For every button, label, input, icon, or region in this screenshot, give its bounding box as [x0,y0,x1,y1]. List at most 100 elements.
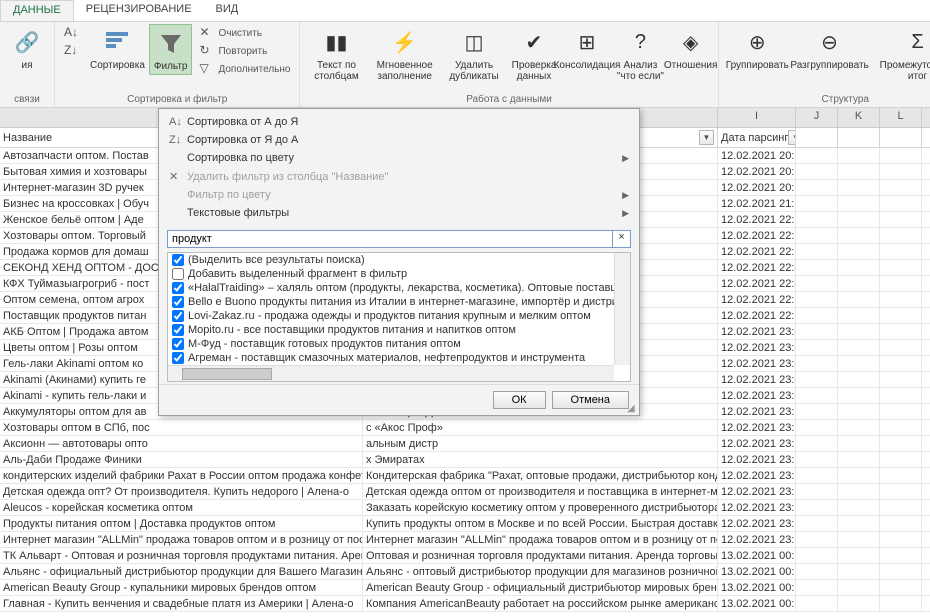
filter-checkbox[interactable] [172,296,184,308]
data-validation-button[interactable]: ✔Проверка данных [505,24,563,84]
cell-name[interactable]: Детская одежда опт? От производителя. Ку… [0,484,363,499]
table-row[interactable]: Интернет магазин "ALLMin" продажа товаро… [0,532,930,548]
cell-date[interactable]: 13.02.2021 00:14:37 [718,548,796,563]
cell-date[interactable]: 12.02.2021 22:37:10 [718,244,796,259]
ungroup-button[interactable]: ⊖Разгруппировать [790,24,869,73]
filter-dropdown-desc[interactable]: ▼ [699,130,714,145]
cell-date[interactable]: 12.02.2021 22:59:25 [718,308,796,323]
cell-date[interactable]: 12.02.2021 23:07:17 [718,324,796,339]
cell-desc[interactable]: с «Акос Проф» [363,420,718,435]
cell-date[interactable]: 12.02.2021 22:50:27 [718,292,796,307]
sort-za-item[interactable]: Z↓Сортировка от Я до А [159,131,639,149]
sort-color-item[interactable]: Сортировка по цвету▶ [159,149,639,167]
consolidate-button[interactable]: ⊞Консолидация [563,24,611,73]
cell-date[interactable]: 12.02.2021 23:52:41 [718,516,796,531]
cell-date[interactable]: 12.02.2021 22:46:10 [718,276,796,291]
tab-view[interactable]: ВИД [204,0,251,21]
filter-checkbox[interactable] [172,310,184,322]
cell-date[interactable]: 12.02.2021 20:54:29 [718,180,796,195]
whatif-button[interactable]: ?Анализ "что если" [611,24,669,84]
cell-date[interactable]: 12.02.2021 23:26:48 [718,484,796,499]
cell-desc[interactable]: х Эмиратах [363,452,718,467]
cancel-button[interactable]: Отмена [552,391,629,409]
sort-asc-button[interactable]: A↓ [61,24,86,42]
cell-name[interactable]: кондитерских изделий фабрики Рахат в Рос… [0,468,363,483]
cell-name[interactable]: Aleucos - корейская косметика оптом [0,500,363,515]
filter-checkbox[interactable] [172,268,184,280]
text-filters-item[interactable]: Текстовые фильтры▶ [159,204,639,222]
cell-date[interactable]: 13.02.2021 00:15:26 [718,564,796,579]
cell-desc[interactable]: Купить продукты оптом в Москве и по всей… [363,516,718,531]
cell-name[interactable]: Альянс - официальный дистрибьютор продук… [0,564,363,579]
ok-button[interactable]: ОК [493,391,546,409]
table-row[interactable]: American Beauty Group - купальники миров… [0,580,930,596]
table-row[interactable]: Детская одежда опт? От производителя. Ку… [0,484,930,500]
clear-filter-button[interactable]: ✕Очистить [196,24,293,42]
table-row[interactable]: Главная - Купить венчения и свадебные пл… [0,596,930,612]
filter-check-item[interactable]: М-Фуд - поставщик готовых продуктов пита… [168,337,614,351]
cell-name[interactable]: American Beauty Group - купальники миров… [0,580,363,595]
flash-fill-button[interactable]: ⚡Мгновенное заполнение [366,24,442,84]
cell-date[interactable]: 12.02.2021 23:19:57 [718,468,796,483]
cell-date[interactable]: 12.02.2021 23:10:27 [718,404,796,419]
cell-date[interactable]: 12.02.2021 23:08:43 [718,356,796,371]
cell-desc[interactable]: Кондитерская фабрика "Рахат, оптовые про… [363,468,718,483]
filter-checkbox[interactable] [172,324,184,336]
cell-name[interactable]: Хозтовары оптом в СПб, пос [0,420,363,435]
table-row[interactable]: Хозтовары оптом в СПб, посс «Акос Проф»1… [0,420,930,436]
sort-az-item[interactable]: A↓Сортировка от А до Я [159,113,639,131]
cell-name[interactable]: Главная - Купить венчения и свадебные пл… [0,596,363,611]
cell-date[interactable]: 12.02.2021 21:33:41 [718,196,796,211]
tab-data[interactable]: ДАННЫЕ [0,0,74,21]
refresh-links-button[interactable]: 🔗 ия [6,24,48,73]
cell-date[interactable]: 12.02.2021 23:08:45 [718,388,796,403]
cell-desc[interactable]: Заказать корейскую косметику оптом у про… [363,500,718,515]
col-header-i[interactable]: I [718,108,796,127]
filter-vscroll[interactable] [614,253,630,365]
table-row[interactable]: Альянс - официальный дистрибьютор продук… [0,564,930,580]
filter-check-item[interactable]: (Выделить все результаты поиска) [168,253,614,267]
filter-check-item[interactable]: «HalalTraiding» – халяль оптом (продукты… [168,281,614,295]
filter-hscroll[interactable] [168,365,614,381]
col-header-j[interactable]: J [796,108,838,127]
filter-checkbox[interactable] [172,352,184,364]
cell-date[interactable]: 12.02.2021 20:23:15 [718,148,796,163]
tab-review[interactable]: РЕЦЕНЗИРОВАНИЕ [74,0,204,21]
cell-date[interactable]: 12.02.2021 23:12:55 [718,436,796,451]
cell-date[interactable]: 12.02.2021 23:53:29 [718,532,796,547]
filter-checkbox[interactable] [172,282,184,294]
table-row[interactable]: кондитерских изделий фабрики Рахат в Рос… [0,468,930,484]
filter-check-item[interactable]: Bello e Buono продукты питания из Италии… [168,295,614,309]
cell-desc[interactable]: альным дистр [363,436,718,451]
col-header-k[interactable]: K [838,108,880,127]
cell-desc[interactable]: Интернет магазин "ALLMin" продажа товаро… [363,532,718,547]
cell-desc[interactable]: Детская одежда оптом от производителя и … [363,484,718,499]
filter-checkbox[interactable] [172,338,184,350]
group-button[interactable]: ⊕Группировать [725,24,790,73]
cell-name[interactable]: ТК Альварт - Оптовая и розничная торговл… [0,548,363,563]
filter-dropdown-date[interactable]: ▼ [788,130,796,145]
filter-check-item[interactable]: Добавить выделенный фрагмент в фильтр [168,267,614,281]
filter-check-item[interactable]: Mopito.ru - все поставщики продуктов пит… [168,323,614,337]
cell-date[interactable]: 12.02.2021 23:17:48 [718,452,796,467]
remove-duplicates-button[interactable]: ◫Удалить дубликаты [443,24,505,84]
cell-date[interactable]: 12.02.2021 23:07:40 [718,340,796,355]
filter-button[interactable]: Фильтр [149,24,193,75]
cell-desc[interactable]: American Beauty Group - официальный дист… [363,580,718,595]
cell-date[interactable]: 12.02.2021 20:53:13 [718,164,796,179]
table-row[interactable]: ТК Альварт - Оптовая и розничная торговл… [0,548,930,564]
relations-button[interactable]: ◈Отношения [670,24,712,73]
clear-search-button[interactable]: × [613,230,631,248]
cell-desc[interactable]: Компания AmericanBeauty работает на росс… [363,596,718,611]
cell-name[interactable]: Интернет магазин "ALLMin" продажа товаро… [0,532,363,547]
cell-name[interactable]: Аксионн — автотовары опто [0,436,363,451]
filter-checkbox[interactable] [172,254,184,266]
advanced-filter-button[interactable]: ▽Дополнительно [196,60,293,78]
text-to-columns-button[interactable]: ▮▮Текст по столбцам [306,24,366,84]
cell-name[interactable]: Аль-Даби Продаже Финики [0,452,363,467]
reapply-filter-button[interactable]: ↻Повторить [196,42,293,60]
cell-date[interactable]: 12.02.2021 22:42:08 [718,260,796,275]
resize-grip[interactable]: ◢ [627,403,637,413]
cell-date[interactable]: 12.02.2021 23:28:01 [718,500,796,515]
cell-date[interactable]: 12.02.2021 22:13:14 [718,228,796,243]
